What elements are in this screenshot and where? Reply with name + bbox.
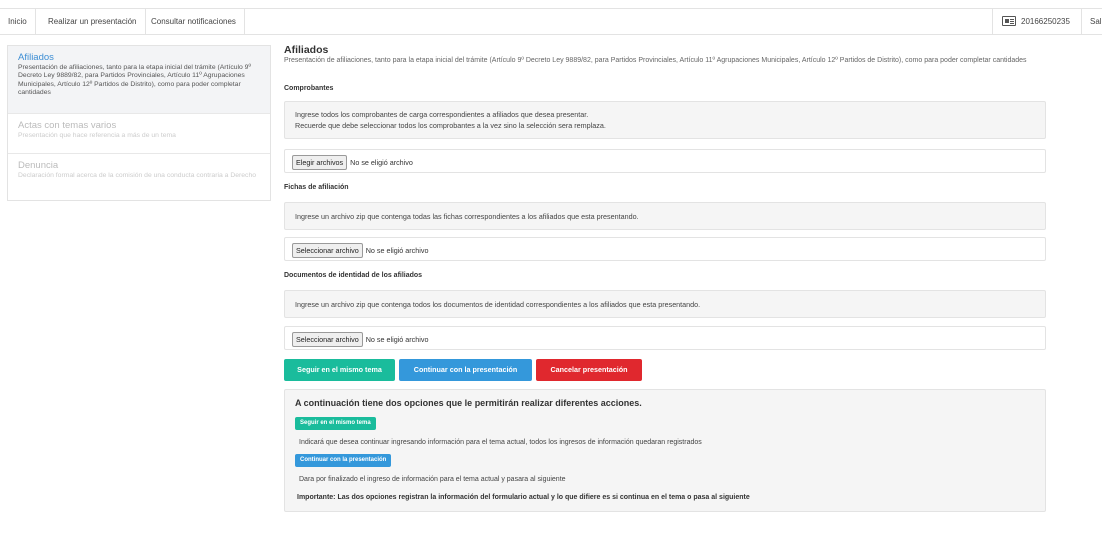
- file-status: No se eligió archivo: [350, 158, 413, 167]
- main-content: Afiliados Presentación de afiliaciones, …: [284, 44, 1046, 512]
- file-status: No se eligió archivo: [365, 335, 429, 344]
- info-line: Recuerde que debe seleccionar todos los …: [295, 120, 606, 130]
- sidebar-item-desc: Presentación de afiliaciones, tanto para…: [18, 64, 251, 97]
- section-label-comprobantes: Comprobantes: [284, 85, 334, 92]
- sidebar-item-afiliados[interactable]: Afiliados Presentación de afiliaciones, …: [8, 46, 270, 114]
- sidebar-item-title: Afiliados: [18, 52, 54, 63]
- sidebar-item-desc: Declaración formal acerca de la comisión…: [18, 172, 257, 179]
- important-note: Importante: Las dos opciones registran l…: [297, 494, 750, 501]
- file-input-comprobantes: Elegir archivos No se eligió archivo: [284, 149, 1046, 173]
- select-file-button[interactable]: Seleccionar archivo: [292, 243, 363, 258]
- sidebar-item-actas[interactable]: Actas con temas varios Presentación que …: [8, 114, 270, 154]
- file-input-fichas: Seleccionar archivo No se eligió archivo: [284, 237, 1046, 261]
- cancel-presentation-button[interactable]: Cancelar presentación: [536, 359, 642, 381]
- user-account[interactable]: 20166250235: [992, 9, 1082, 34]
- sidebar-item-desc: Presentación que hace referencia a más d…: [18, 132, 176, 139]
- info-well-documentos: Ingrese un archivo zip que contenga todo…: [284, 290, 1046, 318]
- id-card-icon: [1002, 15, 1016, 26]
- info-line: Ingrese un archivo zip que contenga toda…: [295, 212, 639, 221]
- file-status: No se eligió archivo: [365, 246, 429, 255]
- choose-files-button[interactable]: Elegir archivos: [292, 155, 348, 170]
- nav-inicio[interactable]: Inicio: [0, 9, 36, 34]
- logout-link[interactable]: Sal: [1090, 9, 1102, 34]
- mini-continue-presentation-button[interactable]: Continuar con la presentación: [295, 454, 392, 467]
- user-id: 20166250235: [1021, 17, 1070, 26]
- page-title: Afiliados: [284, 44, 329, 56]
- continue-presentation-description: Dara por finalizado el ingreso de inform…: [299, 476, 566, 483]
- continue-presentation-button[interactable]: Continuar con la presentación: [399, 359, 532, 381]
- stay-topic-button[interactable]: Seguir en el mismo tema: [284, 359, 395, 381]
- info-panel-title: A continuación tiene dos opciones que le…: [295, 398, 642, 408]
- info-line: Ingrese todos los comprobantes de carga …: [295, 110, 589, 119]
- section-label-fichas: Fichas de afiliación: [284, 184, 349, 191]
- topic-sidebar: Afiliados Presentación de afiliaciones, …: [7, 45, 271, 201]
- sidebar-item-denuncia[interactable]: Denuncia Declaración formal acerca de la…: [8, 154, 270, 201]
- page-description: Presentación de afiliaciones, tanto para…: [284, 57, 1027, 64]
- file-input-documentos: Seleccionar archivo No se eligió archivo: [284, 326, 1046, 350]
- mini-stay-topic-button[interactable]: Seguir en el mismo tema: [295, 417, 376, 430]
- nav-consultar-notificaciones[interactable]: Consultar notificaciones: [143, 9, 245, 34]
- info-well-fichas: Ingrese un archivo zip que contenga toda…: [284, 202, 1046, 230]
- sidebar-item-title: Actas con temas varios: [18, 120, 117, 131]
- stay-topic-description: Indicará que desea continuar ingresando …: [299, 439, 702, 446]
- info-line: Ingrese un archivo zip que contenga todo…: [295, 300, 701, 309]
- nav-realizar-presentacion[interactable]: Realizar un presentación: [40, 9, 146, 34]
- section-label-documentos: Documentos de identidad de los afiliados: [284, 272, 423, 279]
- top-navbar: Inicio Realizar un presentación Consulta…: [0, 8, 1102, 35]
- info-well-comprobantes: Ingrese todos los comprobantes de carga …: [284, 101, 1046, 139]
- options-info-panel: A continuación tiene dos opciones que le…: [284, 389, 1046, 512]
- select-file-button[interactable]: Seleccionar archivo: [292, 332, 363, 347]
- sidebar-item-title: Denuncia: [18, 160, 59, 171]
